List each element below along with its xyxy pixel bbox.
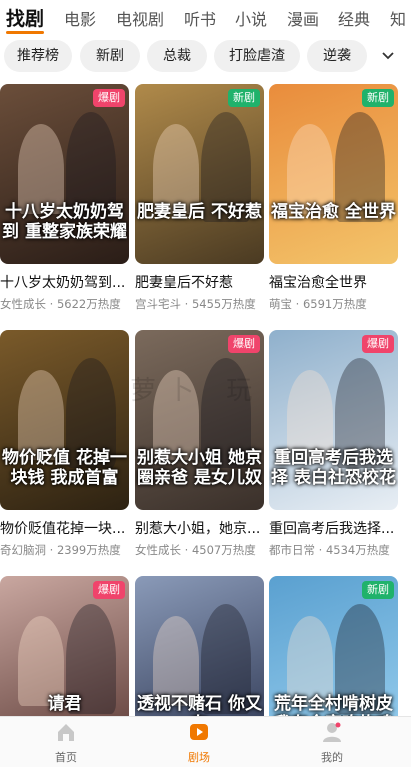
- nav-theater-label: 剧场: [188, 751, 210, 764]
- watermark: 萝卜 玩: [130, 376, 265, 406]
- status-badge: 爆剧: [362, 335, 394, 353]
- poster-figure: [153, 616, 199, 706]
- status-badge: 爆剧: [93, 581, 125, 599]
- chip-new-drama[interactable]: 新剧: [80, 40, 140, 72]
- category-tabs: 找剧 电影 电视剧 听书 小说 漫画 经典 知: [0, 0, 411, 38]
- poster-figure: [287, 616, 333, 706]
- drama-title[interactable]: 重回高考后我选择...: [269, 518, 398, 538]
- profile-icon: [323, 722, 341, 742]
- status-badge: 新剧: [362, 581, 394, 599]
- status-badge: 新剧: [228, 89, 260, 107]
- poster-title-art: 别惹大小姐 她京圈亲爸 是女儿奴: [137, 448, 262, 488]
- drama-poster[interactable]: 物价贬值 花掉一块钱 我成首富: [0, 330, 129, 510]
- nav-home[interactable]: 首页: [26, 721, 106, 765]
- nav-home-label: 首页: [55, 751, 77, 764]
- bottom-navigation: 首页 剧场 我的: [0, 716, 411, 767]
- tab-zhaoju[interactable]: 找剧: [6, 4, 45, 34]
- nav-profile[interactable]: 我的: [292, 721, 372, 765]
- tab-knowledge[interactable]: 知: [390, 6, 406, 30]
- filter-chips: 推荐榜 新剧 总裁 打脸虐渣 逆袭: [0, 38, 411, 74]
- tab-tv-series[interactable]: 电视剧: [116, 6, 164, 30]
- drama-title[interactable]: 肥妻皇后不好惹: [135, 272, 264, 292]
- poster-title-art: 请君: [47, 694, 82, 714]
- poster-figure: [18, 370, 64, 460]
- tab-comic[interactable]: 漫画: [287, 6, 319, 30]
- poster-title-art: 重回高考后我选择 表白社恐校花: [271, 448, 396, 488]
- drama-poster[interactable]: 十八岁太奶奶驾到 重整家族荣耀 爆剧: [0, 84, 129, 264]
- drama-meta: 宫斗宅斗 · 5455万热度: [135, 297, 256, 311]
- drama-title[interactable]: 福宝治愈全世界: [269, 272, 398, 292]
- drama-meta: 女性成长 · 5622万热度: [0, 297, 121, 311]
- chip-recommend-rank[interactable]: 推荐榜: [4, 40, 72, 72]
- home-icon: [58, 724, 74, 741]
- poster-figure: [287, 124, 333, 214]
- chip-face-slap[interactable]: 打脸虐渣: [214, 40, 300, 72]
- nav-theater[interactable]: 剧场: [159, 721, 239, 765]
- drama-card[interactable]: 重回高考后我选择 表白社恐校花 爆剧重回高考后我选择... 都市日常 · 4534万…: [269, 330, 398, 558]
- poster-figure: [287, 370, 333, 460]
- drama-meta: 萌宝 · 6591万热度: [269, 297, 367, 311]
- drama-card[interactable]: 物价贬值 花掉一块钱 我成首富物价贬值花掉一块... 奇幻脑洞 · 2399万热度: [0, 330, 129, 558]
- drama-card[interactable]: 福宝治愈 全世界 新剧福宝治愈全世界萌宝 · 6591万热度: [269, 84, 398, 312]
- drama-card[interactable]: 肥妻皇后 不好惹 新剧肥妻皇后不好惹宫斗宅斗 · 5455万热度: [135, 84, 264, 312]
- poster-title-art: 物价贬值 花掉一块钱 我成首富: [2, 448, 127, 488]
- poster-title-art: 肥妻皇后 不好惹: [137, 202, 262, 222]
- drama-meta: 女性成长 · 4507万热度: [135, 543, 256, 557]
- poster-figure: [18, 616, 64, 706]
- drama-poster[interactable]: 福宝治愈 全世界 新剧: [269, 84, 398, 264]
- drama-poster[interactable]: 肥妻皇后 不好惹 新剧: [135, 84, 264, 264]
- poster-title-art: 十八岁太奶奶驾到 重整家族荣耀: [2, 202, 127, 242]
- tab-movie[interactable]: 电影: [64, 6, 96, 30]
- tab-classic[interactable]: 经典: [338, 6, 370, 30]
- tab-audiobook[interactable]: 听书: [184, 6, 216, 30]
- nav-profile-label: 我的: [321, 751, 343, 764]
- poster-figure: [18, 124, 64, 214]
- poster-title-art: 福宝治愈 全世界: [271, 202, 396, 222]
- status-badge: 新剧: [362, 89, 394, 107]
- drama-card[interactable]: 十八岁太奶奶驾到 重整家族荣耀 爆剧十八岁太奶奶驾到... 女性成长 · 5622万…: [0, 84, 129, 312]
- drama-title[interactable]: 十八岁太奶奶驾到...: [0, 272, 129, 292]
- status-badge: 爆剧: [228, 335, 260, 353]
- chip-ceo[interactable]: 总裁: [147, 40, 207, 72]
- drama-meta: 奇幻脑洞 · 2399万热度: [0, 543, 121, 557]
- chevron-down-icon[interactable]: [378, 48, 398, 64]
- drama-poster[interactable]: 重回高考后我选择 表白社恐校花 爆剧: [269, 330, 398, 510]
- chip-counterattack[interactable]: 逆袭: [307, 40, 367, 72]
- status-badge: 爆剧: [93, 89, 125, 107]
- drama-poster[interactable]: 别惹大小姐 她京圈亲爸 是女儿奴 爆剧: [135, 330, 264, 510]
- poster-figure: [153, 124, 199, 214]
- theater-icon: [190, 724, 208, 740]
- drama-meta: 都市日常 · 4534万热度: [269, 543, 390, 557]
- drama-title[interactable]: 物价贬值花掉一块...: [0, 518, 129, 538]
- drama-card[interactable]: 别惹大小姐 她京圈亲爸 是女儿奴 爆剧别惹大小姐，她京... 女性成长 · 4507…: [135, 330, 264, 558]
- tab-novel[interactable]: 小说: [235, 6, 267, 30]
- drama-title[interactable]: 别惹大小姐，她京...: [135, 518, 264, 538]
